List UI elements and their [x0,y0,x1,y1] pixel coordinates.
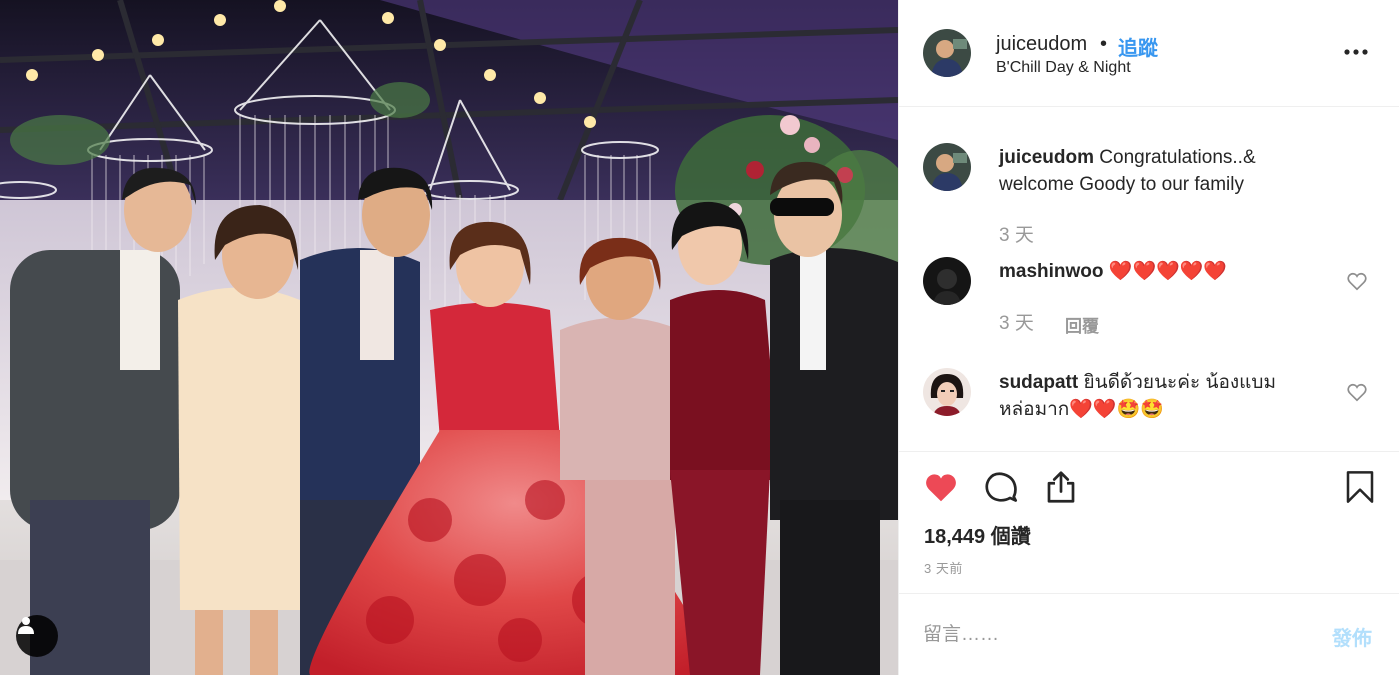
comment-button[interactable] [983,469,1019,510]
save-button[interactable] [1344,469,1376,510]
comment-username[interactable]: juiceudom [999,147,1094,168]
heart-filled-icon [926,474,956,502]
comment-avatar[interactable] [923,257,971,305]
action-bar: 18,449 個讚 3 天前 [899,451,1399,593]
photo-illustration [0,0,898,675]
caption-line-1: juiceudom Congratulations..& [999,144,1256,171]
caption-line-2: welcome Goody to our family [999,174,1244,195]
post-comment-button[interactable]: 發佈 [1332,622,1372,651]
comment-like-button[interactable] [1346,270,1368,292]
heart-outline-icon [1347,272,1367,291]
comment-username[interactable]: sudapatt [999,372,1078,393]
share-icon [1047,471,1075,503]
like-button[interactable] [922,469,960,510]
comment-line-2: หล่อมาก❤️❤️🤩🤩 [999,399,1164,420]
user-tag-icon [18,617,34,634]
user-tag-button[interactable] [16,615,58,657]
more-options-button[interactable] [1341,42,1371,62]
comment-icon [985,472,1018,502]
post-side-panel: juiceudom • 追蹤 B'Chill Day & Night juice… [898,0,1399,675]
comment-text: ยินดีด้วยนะค่ะ น้องแบม [1083,372,1276,393]
author-avatar[interactable] [923,29,971,77]
comment-text: Congratulations..& [1099,147,1256,168]
post-timestamp[interactable]: 3 天前 [924,558,963,577]
heart-outline-icon [1347,383,1367,402]
comment-like-button[interactable] [1346,381,1368,403]
separator-dot: • [1100,33,1108,55]
reply-button[interactable]: 回覆 [1065,312,1099,337]
more-options-icon [1344,49,1368,55]
share-button[interactable] [1043,469,1079,510]
post-header: juiceudom • 追蹤 B'Chill Day & Night [899,0,1399,107]
comments-list: juiceudom Congratulations..& welcome Goo… [899,107,1399,451]
comment-time[interactable]: 3 天 [999,308,1034,335]
post-location[interactable]: B'Chill Day & Night [996,59,1131,77]
comment-avatar[interactable] [923,143,971,191]
follow-button[interactable]: 追蹤 [1118,32,1158,61]
comment-input[interactable] [923,620,1303,650]
post-photo[interactable] [0,0,898,675]
author-username[interactable]: juiceudom [996,33,1087,56]
bookmark-icon [1346,471,1374,503]
comment-text: ❤️❤️❤️❤️❤️ [1108,261,1228,282]
likes-count[interactable]: 18,449 個讚 [924,520,1031,549]
comment-username[interactable]: mashinwoo [999,261,1104,282]
add-comment-section: 發佈 [899,593,1399,675]
comment-line: mashinwoo ❤️❤️❤️❤️❤️ [999,258,1227,285]
comment-line: sudapatt ยินดีด้วยนะค่ะ น้องแบม [999,369,1276,396]
comment-time[interactable]: 3 天 [999,220,1034,247]
comment-avatar[interactable] [923,368,971,416]
